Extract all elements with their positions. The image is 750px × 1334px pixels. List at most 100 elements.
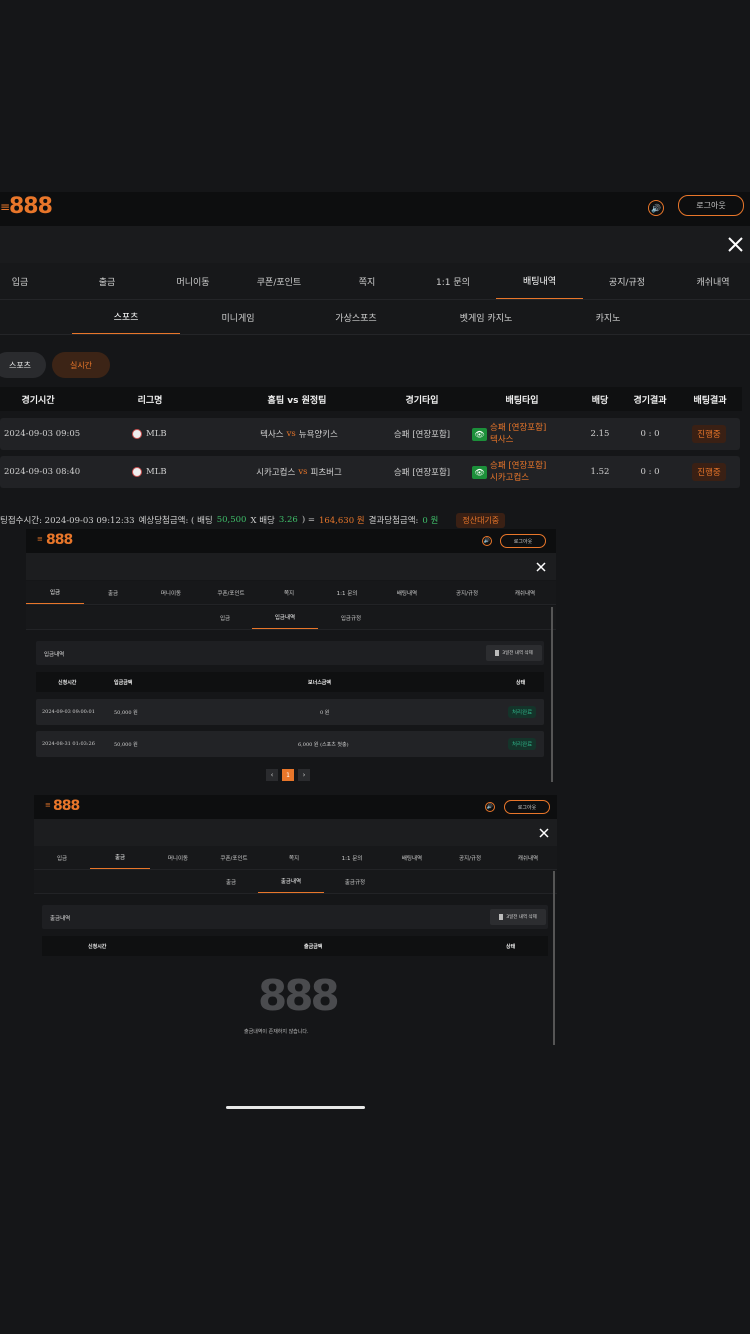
subtab-withdraw-rules[interactable]: 출금규정 [328, 870, 382, 893]
delete-history-button[interactable]: 3일전 내역 삭제 [490, 909, 546, 925]
tab-money-transfer[interactable]: 머니이동 [150, 846, 206, 869]
expected-win-amount: 164,630 원 [318, 516, 365, 526]
logout-button[interactable]: 로그아웃 [504, 800, 550, 814]
withdraw-history-screenshot: ≡ 888 🔊 로그아웃 입금 출금 머니이동 쿠폰/포인트 쪽지 1:1 문의… [34, 795, 557, 1045]
tab-money-transfer[interactable]: 머니이동 [156, 263, 230, 299]
bet-type-lines: 승패 [연장포함] 시카고컵스 [490, 460, 546, 484]
delete-history-label: 3일전 내역 삭제 [506, 915, 537, 920]
tab-deposit[interactable]: 입금 [0, 263, 40, 299]
th-time: 경기시간 [21, 395, 55, 406]
tab-withdraw[interactable]: 출금 [70, 263, 144, 299]
subtab-withdraw-history[interactable]: 출금내역 [258, 870, 324, 893]
bet-type-pick: 텍사스 [490, 435, 514, 445]
subtab-sports[interactable]: 스포츠 [72, 300, 180, 334]
speaker-icon[interactable]: 🔊 [485, 802, 495, 812]
subtab-deposit-rules[interactable]: 입금규정 [324, 606, 378, 629]
delete-history-button[interactable]: 3일전 내역 삭제 [486, 645, 542, 661]
tab-message[interactable]: 쪽지 [330, 263, 404, 299]
tab-inquiry[interactable]: 1:1 문의 [324, 846, 380, 869]
tab-withdraw[interactable]: 출금 [84, 581, 142, 604]
filter-sports-button[interactable]: 스포츠 [0, 352, 46, 378]
tab-coupon-point[interactable]: 쿠폰/포인트 [206, 846, 262, 869]
subtab-betgame-casino[interactable]: 벳게임 카지노 [432, 300, 540, 334]
tab-notice-rules[interactable]: 공지/규정 [442, 846, 498, 869]
subtab-virtual-sports[interactable]: 가상스포츠 [302, 300, 410, 334]
subtab-casino[interactable]: 카지노 [554, 300, 662, 334]
row-amount: 50,000 원 [114, 709, 138, 716]
th-bet-result: 배팅결과 [693, 395, 727, 406]
tab-inquiry[interactable]: 1:1 문의 [416, 263, 490, 299]
top-header: ≡ 888 🔊 로그아웃 [34, 795, 557, 819]
row-bet-result: 진행중 [686, 418, 732, 450]
result-label: 결과당첨금액: [368, 516, 419, 526]
tab-deposit[interactable]: 입금 [26, 581, 84, 604]
subtab-deposit[interactable]: 입금 [198, 606, 252, 629]
row-bet-result: 진행중 [686, 456, 732, 488]
tab-money-transfer[interactable]: 머니이동 [142, 581, 200, 604]
brand-logo[interactable]: 888 [46, 532, 73, 548]
speaker-icon[interactable]: 🔊 [648, 200, 664, 216]
league-name: MLB [146, 429, 167, 439]
menu-icon[interactable]: ≡ [45, 801, 51, 809]
subtab-deposit-history[interactable]: 입금내역 [252, 606, 318, 629]
brand-logo[interactable]: 888 [53, 798, 80, 814]
brand-logo[interactable]: 888 [9, 194, 53, 219]
row-odds: 2.15 [590, 429, 610, 439]
tab-bet-history[interactable]: 배팅내역 [496, 263, 583, 299]
th-game-type: 경기타입 [405, 395, 439, 406]
subtab-withdraw[interactable]: 출금 [204, 870, 258, 893]
top-header: ≡ 888 🔊 로그아웃 [26, 529, 556, 553]
eye-icon[interactable]: 👁 [472, 427, 487, 441]
row-game-result: 0 : 0 [640, 429, 660, 439]
eye-icon[interactable]: 👁 [472, 465, 487, 479]
tab-bet-history[interactable]: 배팅내역 [378, 581, 436, 604]
bet-type-pick: 시카고컵스 [490, 473, 530, 483]
close-icon[interactable] [728, 237, 743, 252]
filter-live-button[interactable]: 실시간 [52, 352, 110, 378]
bet-table-header: 경기시간 리그명 홈팀 vs 원정팀 경기타입 배팅타입 배당 경기결과 배팅결… [0, 387, 742, 411]
row-bonus: 0 원 [320, 709, 330, 716]
tab-bet-history[interactable]: 배팅내역 [384, 846, 440, 869]
menu-icon[interactable]: ≡ [37, 535, 43, 543]
th-status: 상태 [516, 679, 526, 686]
deposit-table-header: 신청시간 입금금액 보너스금액 상태 [36, 672, 544, 692]
page-1-button[interactable]: 1 [282, 769, 294, 781]
tab-withdraw[interactable]: 출금 [90, 846, 150, 869]
tab-coupon-point[interactable]: 쿠폰/포인트 [242, 263, 316, 299]
subtab-minigame[interactable]: 미니게임 [184, 300, 292, 334]
home-indicator[interactable] [226, 1106, 365, 1109]
section-header: 출금내역 3일전 내역 삭제 [42, 905, 548, 929]
logout-button[interactable]: 로그아웃 [500, 534, 546, 548]
tab-cash-history[interactable]: 캐쉬내역 [496, 581, 554, 604]
tab-message[interactable]: 쪽지 [266, 846, 322, 869]
tab-deposit[interactable]: 입금 [34, 846, 90, 869]
logout-button[interactable]: 로그아웃 [678, 195, 744, 216]
settlement-status-badge: 정산대기중 [456, 512, 506, 528]
section-title: 출금내역 [50, 916, 71, 922]
speaker-icon[interactable]: 🔊 [482, 536, 492, 546]
scrollbar[interactable] [553, 871, 555, 1045]
row-game-result: 0 : 0 [640, 467, 660, 477]
tab-notice-rules[interactable]: 공지/규정 [438, 581, 496, 604]
tab-message[interactable]: 쪽지 [260, 581, 318, 604]
section-title: 입금내역 [44, 652, 65, 658]
tab-cash-history[interactable]: 캐쉬내역 [676, 263, 750, 299]
scrollbar[interactable] [551, 607, 553, 782]
tab-cash-history[interactable]: 캐쉬내역 [500, 846, 556, 869]
tab-inquiry[interactable]: 1:1 문의 [318, 581, 376, 604]
trash-icon [499, 914, 504, 920]
row-bet-type: 👁 승패 [연장포함] 텍사스 [472, 418, 572, 450]
league-name: MLB [146, 467, 167, 477]
tab-notice-rules[interactable]: 공지/규정 [590, 263, 664, 299]
next-page-button[interactable]: › [298, 769, 310, 781]
close-icon[interactable] [539, 828, 549, 838]
close-icon[interactable] [536, 562, 546, 572]
bet-received-time: 팅접수시간: 2024-09-03 09:12:33 [0, 516, 135, 526]
bet-amount: 50,500 [216, 515, 247, 525]
tab-coupon-point[interactable]: 쿠폰/포인트 [202, 581, 260, 604]
row-time: 2024-09-03 08:40 [4, 467, 81, 477]
prev-page-button[interactable]: ‹ [266, 769, 278, 781]
bet-type-lines: 승패 [연장포함] 텍사스 [490, 422, 546, 446]
bet-type-main: 승패 [연장포함] [490, 461, 547, 471]
bet-summary: 팅접수시간: 2024-09-03 09:12:33 예상당첨금액: ( 배팅 … [0, 512, 750, 528]
